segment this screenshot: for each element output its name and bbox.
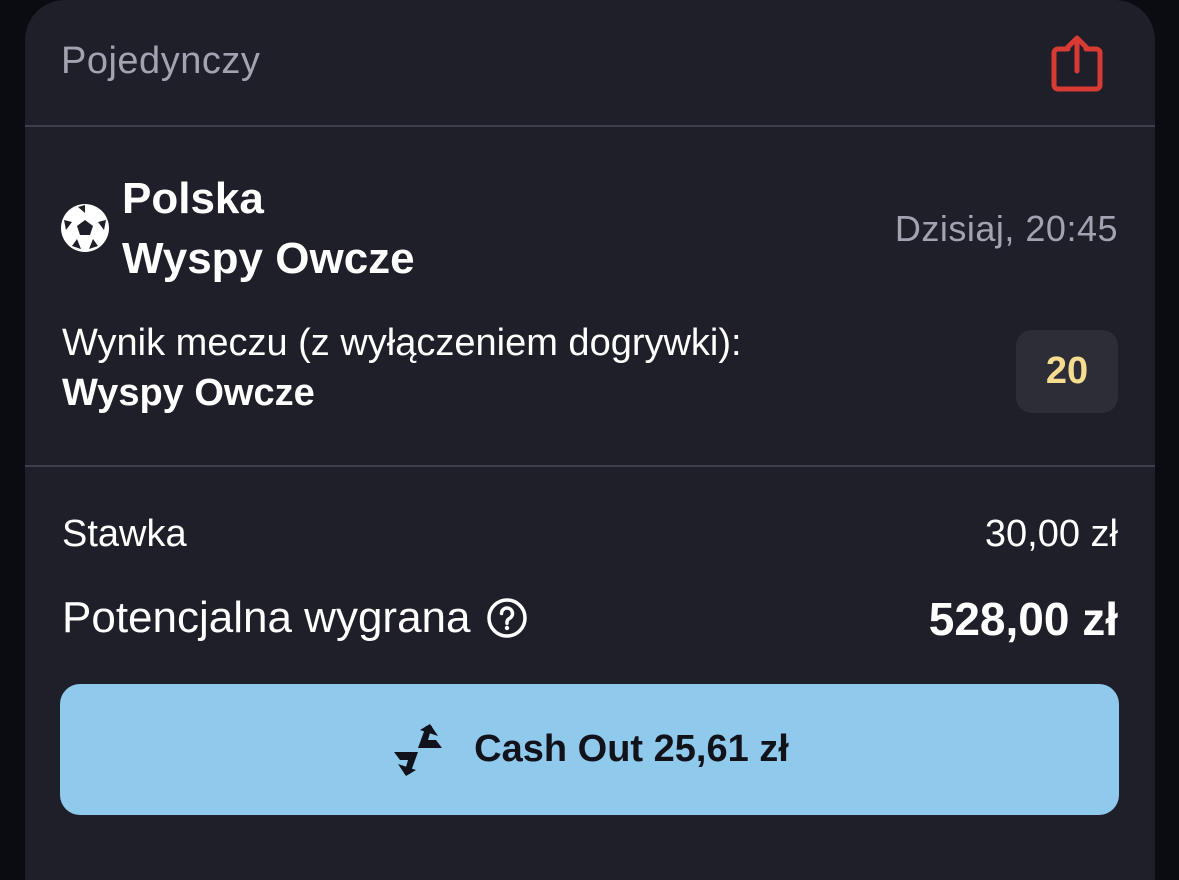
away-team-name: Wyspy Owcze [122,234,415,283]
stake-label: Stawka [62,513,187,555]
help-button[interactable] [486,597,528,639]
question-circle-icon [487,598,528,638]
share-icon [1051,35,1103,92]
bet-card: Pojedynczy Polska Wyspy Owcze Dzisiaj, 2… [25,0,1155,880]
cashout-arrows-icon [394,723,443,776]
potential-win-label: Potencjalna wygrana [62,593,471,642]
match-time: Dzisiaj, 20:45 [894,208,1118,249]
selection-divider [25,465,1155,467]
selection-name: Wyspy Owcze [62,372,315,414]
cashout-label: Cash Out 25,61 zł [474,728,789,770]
potential-win-value: 528,00 zł [928,593,1118,645]
bet-card-header: Pojedynczy [25,0,1155,127]
potential-win-row: Potencjalna wygrana [62,593,528,643]
soccer-ball-icon [61,204,109,252]
cashout-button[interactable]: Cash Out 25,61 zł [60,684,1119,815]
bet-type-label: Pojedynczy [61,40,261,82]
stake-value: 30,00 zł [984,513,1118,555]
header-divider [25,125,1155,127]
share-button[interactable] [1045,32,1109,96]
home-team-name: Polska [122,174,264,223]
market-name: Wynik meczu (z wyłączeniem dogrywki): [62,322,742,364]
odds-badge: 20 [1016,330,1118,413]
